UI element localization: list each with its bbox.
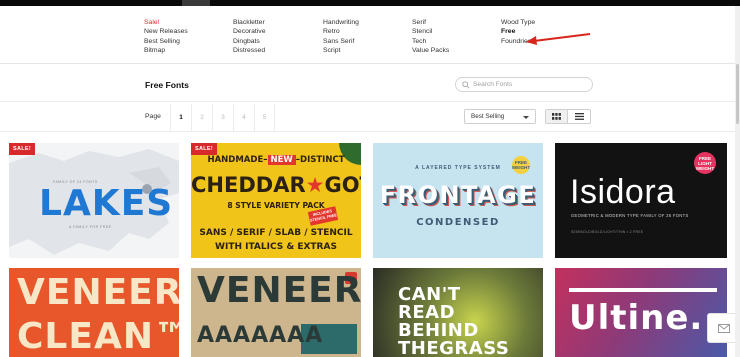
sort-selected-value: Best Selling <box>471 113 505 120</box>
veneer-clean-line-2: CLEAN™ <box>17 316 179 357</box>
category-column-3: Handwriting Retro Sans Serif Script <box>323 18 359 56</box>
ultine-bar <box>569 288 717 292</box>
page-header: Free Fonts <box>0 64 740 102</box>
lakes-tagline-bottom: A FAMILY FOR FREE <box>69 225 112 229</box>
font-card-veneer-clean[interactable]: VENEER CLEAN™ <box>9 268 179 357</box>
caret-down-icon <box>523 116 529 119</box>
search-input[interactable] <box>473 79 588 90</box>
page-3-link[interactable]: 3 <box>212 104 233 132</box>
grid-view-icon <box>552 113 561 120</box>
veneer-clean-line-1: VENEER <box>17 272 179 313</box>
list-view-button[interactable] <box>568 110 590 123</box>
veneer-line-1: VENEER <box>197 270 361 311</box>
category-column-2: Blackletter Decorative Dingbats Distress… <box>233 18 266 56</box>
isidora-title: Isidora <box>570 173 676 211</box>
category-decorative[interactable]: Decorative <box>233 27 266 36</box>
grid-view-button[interactable] <box>546 110 569 123</box>
font-card-veneer[interactable]: VENEER AAAAAAA <box>191 268 361 357</box>
font-card-thegrass[interactable]: CAN'T READ BEHIND THEGRASS <box>373 268 543 357</box>
page-2-link[interactable]: 2 <box>191 104 212 132</box>
sort-select[interactable]: Best Selling <box>464 109 536 124</box>
cheddar-line-4: SANS / SERIF / SLAB / STENCIL <box>199 228 353 238</box>
category-value-packs[interactable]: Value Packs <box>412 46 449 55</box>
page-5-link[interactable]: 5 <box>254 104 275 132</box>
frontage-subtitle: CONDENSED <box>416 217 500 228</box>
category-distressed[interactable]: Distressed <box>233 46 266 55</box>
arrow-annotation <box>526 33 591 45</box>
category-column-1: Sale! New Releases Best Selling Bitmap <box>144 18 188 56</box>
category-script[interactable]: Script <box>323 46 359 55</box>
font-card-cheddar-gothic[interactable]: SALE! HANDMADE–NEW–DISTINCT CHEDDAR★GOTH… <box>191 143 361 258</box>
category-handwriting[interactable]: Handwriting <box>323 18 359 27</box>
veneer-line-2: AAAAAAA <box>197 323 324 348</box>
category-blackletter[interactable]: Blackletter <box>233 18 266 27</box>
pagination: 1 2 3 4 5 <box>170 104 275 132</box>
category-bitmap[interactable]: Bitmap <box>144 46 188 55</box>
sale-badge: SALE! <box>9 143 35 155</box>
category-retro[interactable]: Retro <box>323 27 359 36</box>
free-light-badge: FREE LIGHT WEIGHT <box>694 152 716 174</box>
lakes-title: LAKES <box>39 183 174 224</box>
isidora-footer: SEMIBOLD/BOLD/LIGHT/THIN • 2 FREE <box>571 230 644 234</box>
category-best-selling[interactable]: Best Selling <box>144 37 188 46</box>
category-sans-serif[interactable]: Sans Serif <box>323 37 359 46</box>
category-dingbats[interactable]: Dingbats <box>233 37 266 46</box>
category-stencil[interactable]: Stencil <box>412 27 449 36</box>
sale-badge: SALE! <box>191 143 217 155</box>
view-toggle <box>545 109 591 124</box>
category-wood-type[interactable]: Wood Type <box>501 18 535 27</box>
cheddar-title: CHEDDAR★GOTHIC <box>191 173 361 197</box>
scrollbar[interactable] <box>735 6 740 357</box>
page-4-link[interactable]: 4 <box>233 104 254 132</box>
lakes-badge-circle <box>142 184 152 194</box>
category-tech[interactable]: Tech <box>412 37 449 46</box>
page-1-link[interactable]: 1 <box>170 104 191 132</box>
search-box[interactable] <box>455 77 593 92</box>
category-sale[interactable]: Sale! <box>144 18 188 27</box>
category-serif[interactable]: Serif <box>412 18 449 27</box>
page-title: Free Fonts <box>145 80 189 90</box>
list-view-icon <box>574 113 584 120</box>
mail-icon <box>717 323 730 333</box>
frontage-title: FRONTAGE <box>379 181 537 209</box>
category-new-releases[interactable]: New Releases <box>144 27 188 36</box>
cheddar-line-1: HANDMADE– NEW –DISTINCT <box>207 155 345 165</box>
listing-controls: Page 1 2 3 4 5 Best Selling <box>0 102 740 132</box>
font-card-isidora[interactable]: FREE LIGHT WEIGHT Isidora GEOMETRIC & MO… <box>555 143 727 258</box>
font-card-lakes[interactable]: SALE! FAMILY OF 24 FONTS LAKES A FAMILY … <box>9 143 179 258</box>
thegrass-line-4: THEGRASS <box>398 338 510 357</box>
search-icon <box>462 81 470 89</box>
ultine-title: Ultine. <box>569 298 704 338</box>
category-column-4: Serif Stencil Tech Value Packs <box>412 18 449 56</box>
scrollbar-thumb[interactable] <box>736 64 739 124</box>
category-menu: Sale! New Releases Best Selling Bitmap B… <box>0 6 740 64</box>
font-card-frontage[interactable]: A LAYERED TYPE SYSTEM FREE WEIGHT FRONTA… <box>373 143 543 258</box>
isidora-subtitle: GEOMETRIC & MODERN TYPE FAMILY OF 26 FON… <box>571 213 689 218</box>
free-weight-badge: FREE WEIGHT <box>512 156 530 174</box>
page-label: Page <box>145 113 161 120</box>
cheddar-line-5: WITH ITALICS & EXTRAS <box>215 242 337 252</box>
font-card-ultine[interactable]: Ultine. <box>555 268 727 357</box>
